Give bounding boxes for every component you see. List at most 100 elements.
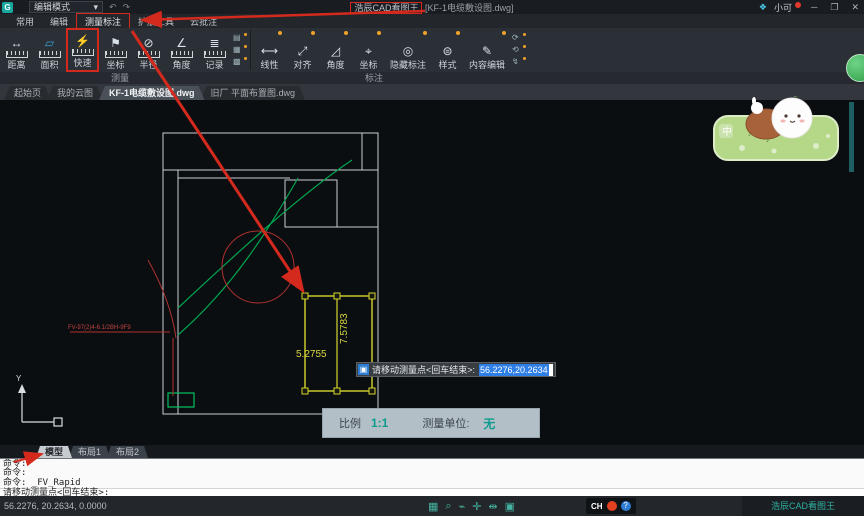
badge-dot	[244, 33, 247, 36]
badge-dot	[311, 31, 315, 35]
dim-style-button[interactable]: ⊜ 样式	[431, 28, 464, 72]
status-app-name: 浩辰CAD看图王	[742, 496, 864, 516]
badge-dot	[377, 31, 381, 35]
document-title: [KF-1电缆敷设图.dwg]	[425, 2, 514, 13]
distance-button[interactable]: ↔ 距离	[0, 28, 33, 72]
cable-polyline[interactable]	[177, 159, 353, 336]
area-button[interactable]: ▱ 面积	[33, 28, 66, 72]
doc-tab-floorplan[interactable]: 旧厂 平面布置图.dwg	[201, 86, 306, 100]
ruler-icon	[5, 51, 28, 58]
ime-language-indicator[interactable]: CH	[591, 502, 603, 511]
ribbon-group-annotate: ⟷ 线性 ⤢ 对齐 ◿ 角度 ⌖ 坐标 ◎ 隐藏标注 ⊜ 样式 ✎ 内容编辑 ⟳…	[253, 28, 527, 72]
distance-ruler-icon: ↔	[10, 36, 23, 50]
measure-group-label: 测量	[110, 73, 129, 83]
tab-cloud-note[interactable]: 云批注	[182, 14, 225, 29]
sticker-blob-character	[771, 97, 813, 139]
scale-panel: 比例 1:1 测量单位: 无	[322, 408, 540, 438]
tab-edit[interactable]: 编辑	[42, 14, 76, 29]
ucs-y-label: Y	[16, 374, 22, 383]
unit-label: 测量单位:	[422, 418, 470, 430]
badge-dot	[244, 57, 247, 60]
scale-value: 1:1	[371, 416, 389, 430]
ruler-icon	[137, 51, 160, 58]
plan-outer-wall	[162, 132, 379, 415]
drawing-canvas[interactable]: FV-97(2)4-6.1/2BH-9F9 5.2755 7.5783 Y 中 …	[0, 96, 864, 445]
ime-tray: CH ?	[586, 498, 636, 514]
linear-dim-icon: ⟷	[260, 44, 279, 58]
ribbon-group-labels: 测量 标注	[0, 72, 864, 84]
badge-dot	[523, 45, 526, 48]
measure-tooltip: ▣ 请移动测量点<回车结束>: 56.2276,20.2634	[356, 362, 556, 377]
tab-model[interactable]: 模型	[36, 446, 72, 458]
radius-button[interactable]: ⊘ 半径	[132, 28, 165, 72]
menu-tab-bar: 常用 编辑 测量标注 扩展工具 云批注	[0, 12, 864, 30]
fit-width-icon[interactable]: ⇹	[488, 500, 497, 513]
svg-text:♪: ♪	[748, 132, 751, 138]
annotate-extra-icon[interactable]: ↯	[510, 57, 527, 67]
measure-extra-icon[interactable]: ▩	[231, 57, 248, 67]
app-title-highlight: 浩辰CAD看图王	[350, 1, 423, 14]
vip-gem-icon[interactable]: ❖	[759, 2, 767, 13]
radius-ruler-icon: ⊘	[143, 36, 154, 50]
linear-dim-button[interactable]: ⟷ 线性	[253, 28, 286, 72]
hide-dim-icon: ◎	[402, 44, 414, 58]
badge-dot	[278, 31, 282, 35]
ordinate-dim-button[interactable]: ⌖ 坐标	[352, 28, 385, 72]
hide-dim-button[interactable]: ◎ 隐藏标注	[385, 28, 431, 72]
ribbon-group-measure: ↔ 距离 ▱ 面积 ⚡ 快速 ⚑ 坐标 ⊘ 半径 ∠ 角度 ≣ 记录 ▤ ▦ ▩	[0, 28, 248, 72]
annotate-extra-icon[interactable]: ⟲	[510, 45, 527, 55]
badge-dot	[423, 31, 427, 35]
ribbon-divider	[250, 30, 251, 70]
quick-measure-button[interactable]: ⚡ 快速	[66, 28, 99, 72]
red-circle[interactable]	[221, 230, 295, 304]
grid-icon[interactable]: ▦	[428, 500, 438, 513]
aligned-dim-button[interactable]: ⤢ 对齐	[286, 28, 319, 72]
coordinate-button[interactable]: ⚑ 坐标	[99, 28, 132, 72]
close-button[interactable]: ✕	[848, 2, 862, 13]
dim-edit-button[interactable]: ✎ 内容编辑	[464, 28, 510, 72]
badge-dot	[502, 31, 506, 35]
ime-help-icon[interactable]: ?	[620, 501, 631, 511]
tab-layout2[interactable]: 布局2	[107, 446, 148, 458]
ime-sogou-icon[interactable]	[606, 501, 617, 511]
ucs-icon	[18, 384, 63, 427]
doc-tab-start-page[interactable]: 起始页	[4, 86, 51, 100]
minimize-button[interactable]: ─	[808, 2, 820, 12]
badge-dot	[456, 31, 460, 35]
notification-badge	[794, 1, 801, 8]
tab-common[interactable]: 常用	[8, 14, 42, 29]
layout-tab-bar: 模型 布局1 布局2	[0, 445, 864, 458]
measure-extra-icon[interactable]: ▦	[231, 45, 248, 55]
coordinate-input[interactable]: 56.2276,20.2634	[479, 363, 553, 376]
annotate-extra-tools: ⟳ ⟲ ↯	[510, 28, 527, 72]
dim-edit-icon: ✎	[481, 44, 493, 58]
tab-layout1[interactable]: 布局1	[69, 446, 110, 458]
doc-tab-active-drawing[interactable]: KF-1电缆敷设图.dwg	[99, 86, 205, 100]
doc-tab-my-cloud[interactable]: 我的云图	[47, 86, 103, 100]
user-name[interactable]: 小可	[774, 1, 792, 14]
fullscreen-icon[interactable]: ▣	[505, 500, 515, 513]
tab-measure-annotate[interactable]: 测量标注	[76, 12, 131, 30]
ruler-icon	[71, 49, 94, 56]
command-window[interactable]: 命令: 命令: 命令: _FV_Rapid 请移动测量点<回车结束>:	[0, 458, 864, 496]
restore-button[interactable]: ❐	[827, 2, 841, 13]
badge-dot	[523, 57, 526, 60]
view-tools: ▦ ⌕ ⌁ ✛ ⇹ ▣	[428, 500, 515, 513]
measure-icon[interactable]: ⌁	[459, 500, 466, 513]
command-prompt[interactable]: 请移动测量点<回车结束>:	[0, 488, 864, 496]
pan-icon[interactable]: ✛	[472, 500, 481, 513]
badge-dot	[244, 45, 247, 48]
measure-extra-icon[interactable]: ▤	[231, 33, 248, 43]
green-block[interactable]	[167, 392, 195, 408]
side-panel-handle[interactable]	[849, 102, 854, 172]
ruler-icon	[38, 51, 61, 58]
record-button[interactable]: ≣ 记录	[198, 28, 231, 72]
angular-dim-button[interactable]: ◿ 角度	[319, 28, 352, 72]
angle-measure-button[interactable]: ∠ 角度	[165, 28, 198, 72]
ruler-icon	[170, 51, 193, 58]
coordinate-ruler-icon: ⚑	[110, 36, 121, 50]
tab-extend-tools[interactable]: 扩展工具	[130, 14, 182, 29]
annotate-extra-icon[interactable]: ⟳	[510, 33, 527, 43]
zoom-icon[interactable]: ⌕	[445, 500, 451, 513]
ime-sticker: 中 ♪ ♪	[713, 96, 839, 161]
